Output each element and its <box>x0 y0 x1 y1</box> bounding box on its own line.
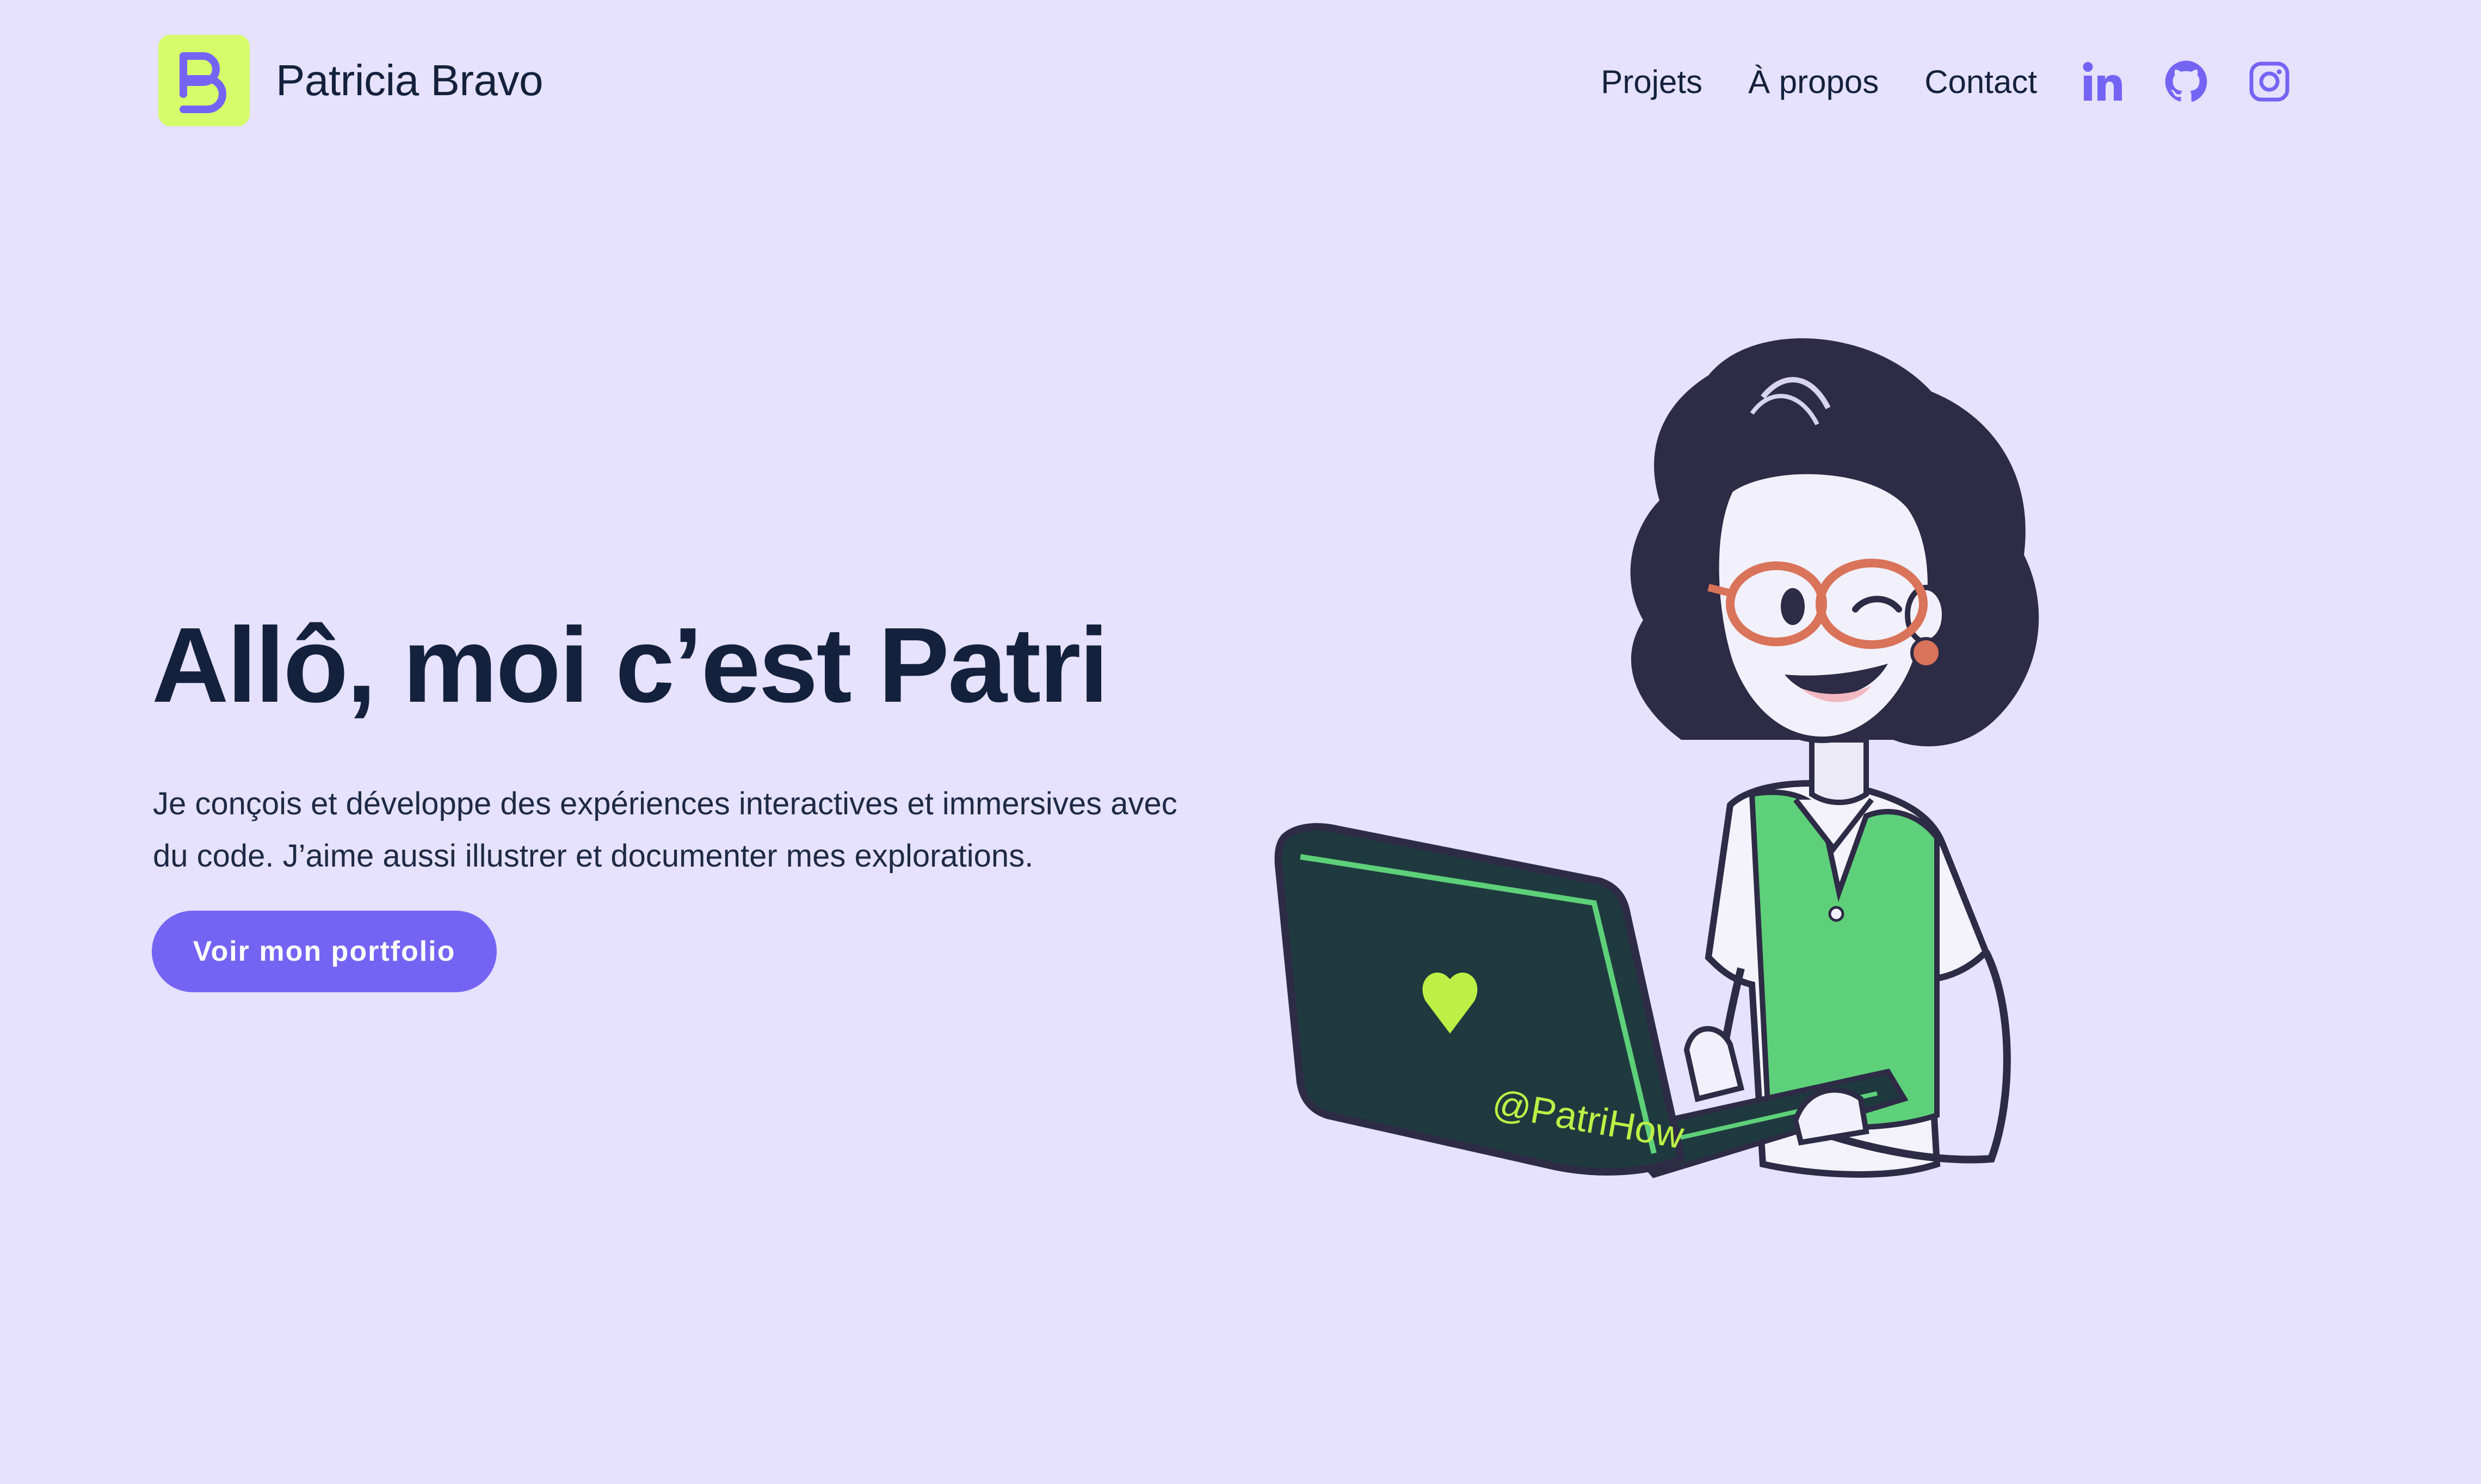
github-icon <box>2165 60 2207 102</box>
linkedin-icon <box>2083 62 2122 101</box>
brand-name[interactable]: Patricia Bravo <box>276 55 543 106</box>
main-nav: Projets À propos Contact <box>1601 60 2289 103</box>
hero-description: Je conçois et développe des expériences … <box>153 786 1177 874</box>
pb-monogram-icon <box>180 52 226 113</box>
site-header: Patricia Bravo Projets À propos Contact <box>0 0 2481 174</box>
brand[interactable]: Patricia Bravo <box>158 35 543 126</box>
nav-link-a-propos[interactable]: À propos <box>1748 63 1879 101</box>
logo[interactable] <box>158 35 250 126</box>
character-illustration: @PatriHow <box>1274 338 2039 1178</box>
linkedin-link[interactable] <box>2083 61 2123 102</box>
social-links <box>2083 60 2289 103</box>
nav-link-contact[interactable]: Contact <box>1924 63 2037 101</box>
nav-link-projets[interactable]: Projets <box>1601 63 1702 101</box>
instagram-icon <box>2249 61 2289 102</box>
hero-title: Allô, moi c’est Patri <box>152 605 1109 725</box>
github-link[interactable] <box>2164 60 2208 103</box>
portfolio-button[interactable]: Voir mon portfolio <box>152 911 497 992</box>
instagram-link[interactable] <box>2249 61 2289 102</box>
